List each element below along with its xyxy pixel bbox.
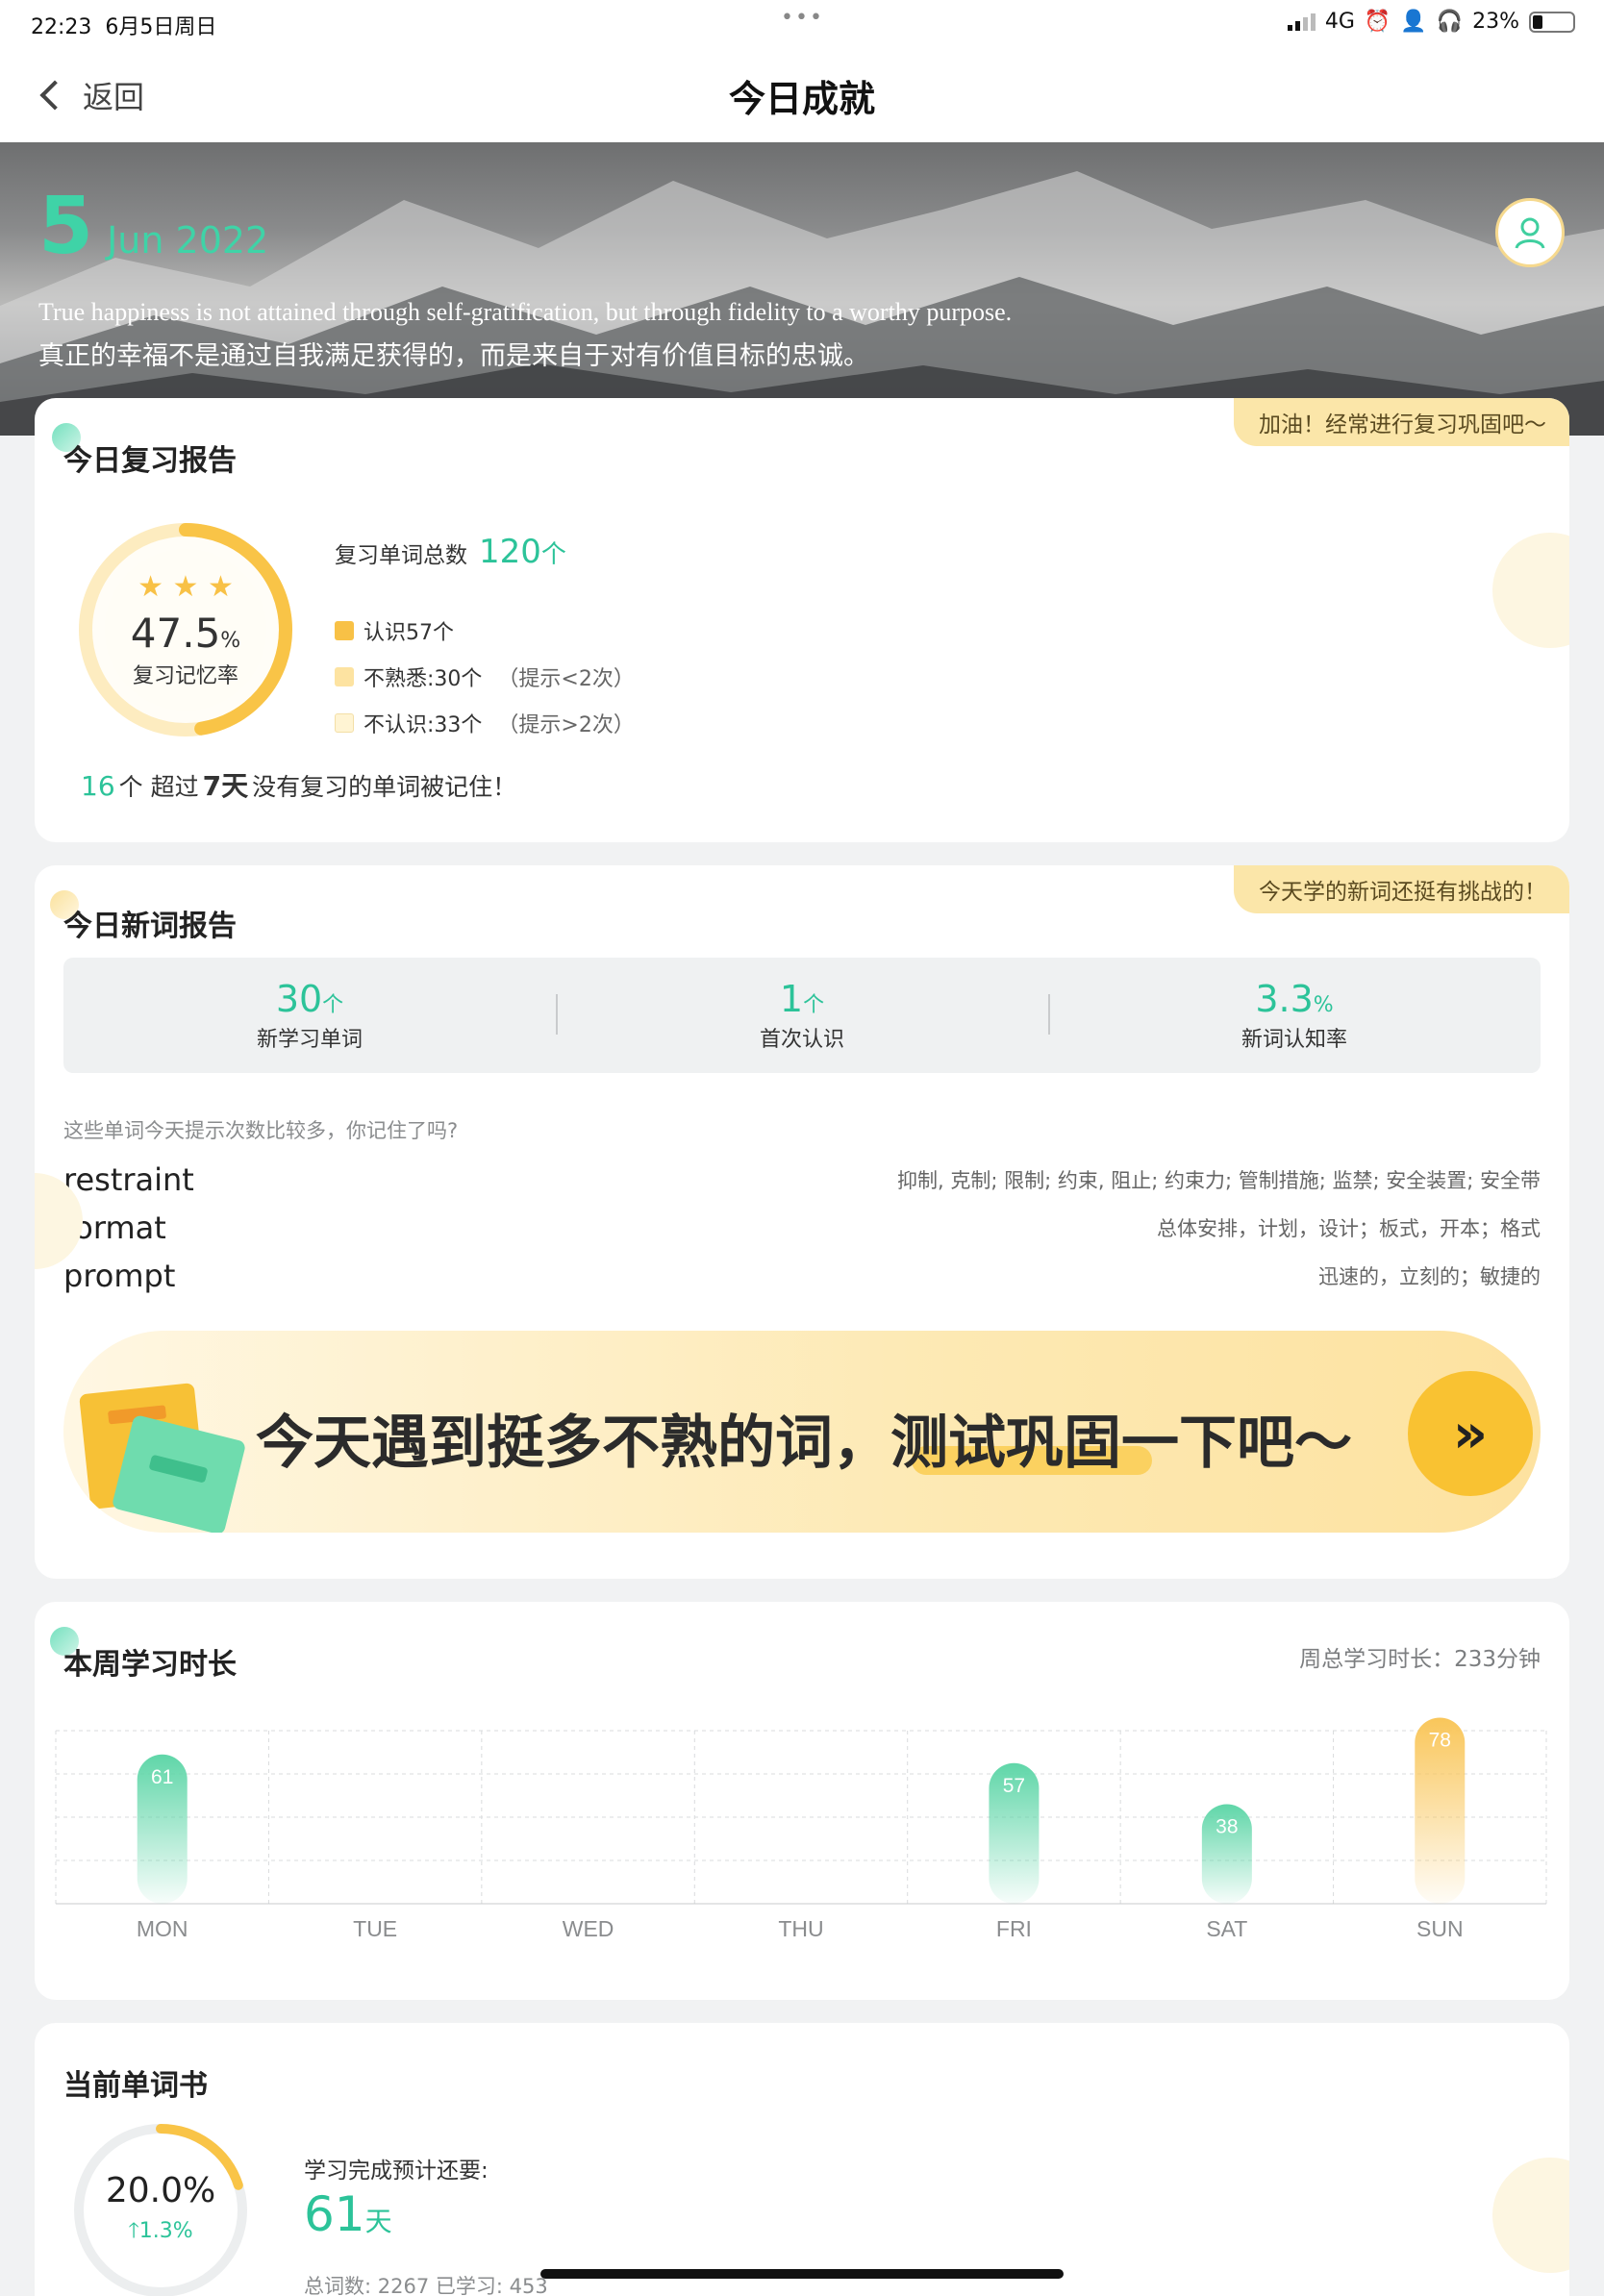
current-book-card: 当前单词书 20.0% 🡑1.3% 学习完成预计还要: 61天 总词数: 226… bbox=[35, 2023, 1569, 2296]
network-label: 4G bbox=[1324, 10, 1355, 34]
multitask-dots-icon[interactable]: ••• bbox=[781, 6, 824, 30]
review-total-label: 复习单词总数 bbox=[335, 543, 467, 568]
chart-bars: 61 57 38 78 bbox=[137, 1717, 1466, 1904]
new-words-report-card: 今天学的新词还挺有挑战的！ 今日新词报告 30个 新学习单词 1个 首次认识 3… bbox=[35, 865, 1569, 1579]
bar-value-label: 61 bbox=[151, 1766, 173, 1788]
memory-rate-ring: ★ ★ ★ 47.5% 复习记忆率 bbox=[69, 513, 302, 746]
book-illustration-icon bbox=[79, 1383, 245, 1533]
weekly-study-card: 本周学习时长 周总学习时长：233分钟 61 57 38 78 MON TUE WED TH… bbox=[35, 1602, 1569, 2000]
word-row[interactable]: restraint 抑制, 克制; 限制; 约束, 阻止; 约束力; 管制措施;… bbox=[63, 1156, 1541, 1204]
headphones-icon: 🎧 bbox=[1436, 10, 1464, 34]
legend-item: 不认识:33个 （提示>2次） bbox=[335, 700, 635, 746]
hero-date: 5 Jun 2022 bbox=[38, 181, 268, 272]
status-bar: 22:23 6月5日周日 ••• 4G ⏰ 👤 🎧 23% bbox=[0, 0, 1604, 46]
word-term: prompt bbox=[63, 1258, 176, 1294]
x-tick-label: THU bbox=[778, 1916, 823, 1941]
page-title: 今日成就 bbox=[728, 78, 875, 120]
legend-text: 不熟悉:30个 bbox=[363, 667, 483, 691]
legend-item: 不熟悉:30个 （提示<2次） bbox=[335, 654, 635, 700]
memory-rate-label: 复习记忆率 bbox=[132, 664, 238, 688]
home-indicator[interactable] bbox=[540, 2269, 1064, 2279]
quote-english: True happiness is not attained through s… bbox=[38, 298, 1013, 326]
x-tick-label: FRI bbox=[996, 1916, 1032, 1941]
hard-words-hint: 这些单词今天提示次数比较多，你记住了吗? bbox=[63, 1119, 459, 1142]
hero-day: 5 bbox=[38, 181, 94, 272]
legend-item: 认识57个 bbox=[335, 608, 635, 654]
review-report-card: 加油！经常进行复习巩固吧～ 今日复习报告 ★ ★ ★ 47.5% 复习记忆率 复… bbox=[35, 398, 1569, 842]
hero-month-year: Jun 2022 bbox=[107, 219, 269, 262]
nav-bar: 返回 今日成就 bbox=[0, 46, 1604, 142]
signal-icon bbox=[1287, 12, 1316, 31]
bar-value-label: 57 bbox=[1003, 1775, 1025, 1797]
word-meaning: 迅速的，立刻的；敏捷的 bbox=[1318, 1265, 1541, 1288]
star-rating-icon: ★ ★ ★ bbox=[138, 570, 234, 604]
bar-value-label: 78 bbox=[1429, 1730, 1451, 1752]
memory-rate-value: 47.5% bbox=[130, 610, 241, 657]
person-icon: 👤 bbox=[1400, 10, 1427, 34]
bar-value-label: 38 bbox=[1216, 1816, 1238, 1838]
legend-hint: （提示>2次） bbox=[497, 713, 635, 737]
note-days: 7天 bbox=[202, 770, 249, 802]
hero-banner: 5 Jun 2022 True happiness is not attaine… bbox=[0, 142, 1604, 436]
new-words-stats: 30个 新学习单词 1个 首次认识 3.3% 新词认知率 bbox=[63, 958, 1541, 1073]
double-chevron-right-icon[interactable]: » bbox=[1408, 1371, 1533, 1496]
legend-swatch bbox=[335, 621, 354, 640]
note-text-tail: 没有复习的单词被记住！ bbox=[252, 773, 517, 801]
x-tick-label: WED bbox=[563, 1916, 614, 1941]
book-days-remaining: 61天 bbox=[304, 2186, 392, 2242]
x-tick-label: TUE bbox=[353, 1916, 397, 1941]
word-term: restraint bbox=[63, 1161, 194, 1198]
note-count: 16 bbox=[81, 770, 115, 802]
word-meaning: 总体安排，计划，设计；板式，开本；格式 bbox=[1157, 1217, 1541, 1240]
memory-rate-center: ★ ★ ★ 47.5% 复习记忆率 bbox=[69, 513, 302, 746]
decor-circle bbox=[1492, 533, 1569, 648]
x-tick-label: MON bbox=[137, 1916, 188, 1941]
book-progress-center: 20.0% 🡑1.3% bbox=[69, 2119, 252, 2296]
battery-label: 23% bbox=[1472, 10, 1519, 34]
battery-icon bbox=[1529, 11, 1575, 33]
review-total: 复习单词总数 120个 bbox=[335, 533, 566, 571]
review-note: 16 个 超过 7天 没有复习的单词被记住！ bbox=[81, 765, 516, 804]
chart-x-labels: MON TUE WED THU FRI SAT SUN bbox=[137, 1916, 1464, 1941]
alarm-icon: ⏰ bbox=[1364, 10, 1391, 34]
word-meaning: 抑制, 克制; 限制; 约束, 阻止; 约束力; 管制措施; 监禁; 安全装置;… bbox=[897, 1169, 1541, 1192]
new-words-ribbon: 今天学的新词还挺有挑战的！ bbox=[1234, 865, 1569, 913]
test-banner-button[interactable]: 今天遇到挺多不熟的词，测试巩固一下吧～ » bbox=[63, 1331, 1541, 1533]
status-time: 22:23 6月5日周日 bbox=[31, 15, 217, 39]
note-text: 个 超过 bbox=[118, 773, 199, 801]
stat-recognition-rate: 3.3% 新词认知率 bbox=[1048, 958, 1541, 1073]
user-icon bbox=[1515, 217, 1545, 249]
status-indicators: 4G ⏰ 👤 🎧 23% bbox=[1287, 10, 1575, 34]
profile-avatar-button[interactable] bbox=[1495, 198, 1565, 267]
book-estimate-label: 学习完成预计还要: bbox=[304, 2159, 489, 2184]
legend-hint: （提示<2次） bbox=[497, 667, 635, 691]
chart-grid bbox=[55, 1730, 1547, 1905]
legend-text: 认识57个 bbox=[363, 621, 454, 645]
x-tick-label: SUN bbox=[1416, 1916, 1464, 1941]
stat-new-words: 30个 新学习单词 bbox=[256, 978, 363, 1052]
quote-chinese: 真正的幸福不是通过自我满足获得的，而是来自于对有价值目标的忠诚。 bbox=[38, 341, 869, 371]
word-row[interactable]: format 总体安排，计划，设计；板式，开本；格式 bbox=[63, 1204, 1541, 1252]
arrow-up-icon: 🡑 bbox=[128, 2218, 139, 2243]
new-words-title: 今日新词报告 bbox=[63, 910, 237, 943]
review-ribbon: 加油！经常进行复习巩固吧～ bbox=[1234, 398, 1569, 446]
legend-swatch bbox=[335, 667, 354, 686]
book-word-counts: 总词数: 2267 已学习: 453 bbox=[304, 2275, 548, 2296]
stat-first-known: 1个 首次认识 bbox=[556, 958, 1048, 1073]
book-title: 当前单词书 bbox=[63, 2069, 208, 2103]
review-title: 今日复习报告 bbox=[63, 444, 237, 478]
review-legend: 认识57个 不熟悉:30个 （提示<2次） 不认识:33个 （提示>2次） bbox=[335, 608, 635, 746]
book-progress-delta: 🡑1.3% bbox=[128, 2218, 193, 2243]
legend-swatch bbox=[335, 713, 354, 733]
decor-circle bbox=[1492, 2158, 1569, 2273]
banner-text: 今天遇到挺多不熟的词，测试巩固一下吧～ bbox=[256, 1410, 1352, 1477]
weekly-bar-chart: 61 57 38 78 MON TUE WED THU FRI SAT SUN bbox=[55, 1717, 1547, 1941]
word-row[interactable]: prompt 迅速的，立刻的；敏捷的 bbox=[63, 1252, 1541, 1300]
review-total-value: 120个 bbox=[479, 533, 566, 571]
x-tick-label: SAT bbox=[1206, 1916, 1247, 1941]
legend-text: 不认识:33个 bbox=[363, 713, 483, 737]
book-progress-value: 20.0% bbox=[105, 2170, 216, 2210]
